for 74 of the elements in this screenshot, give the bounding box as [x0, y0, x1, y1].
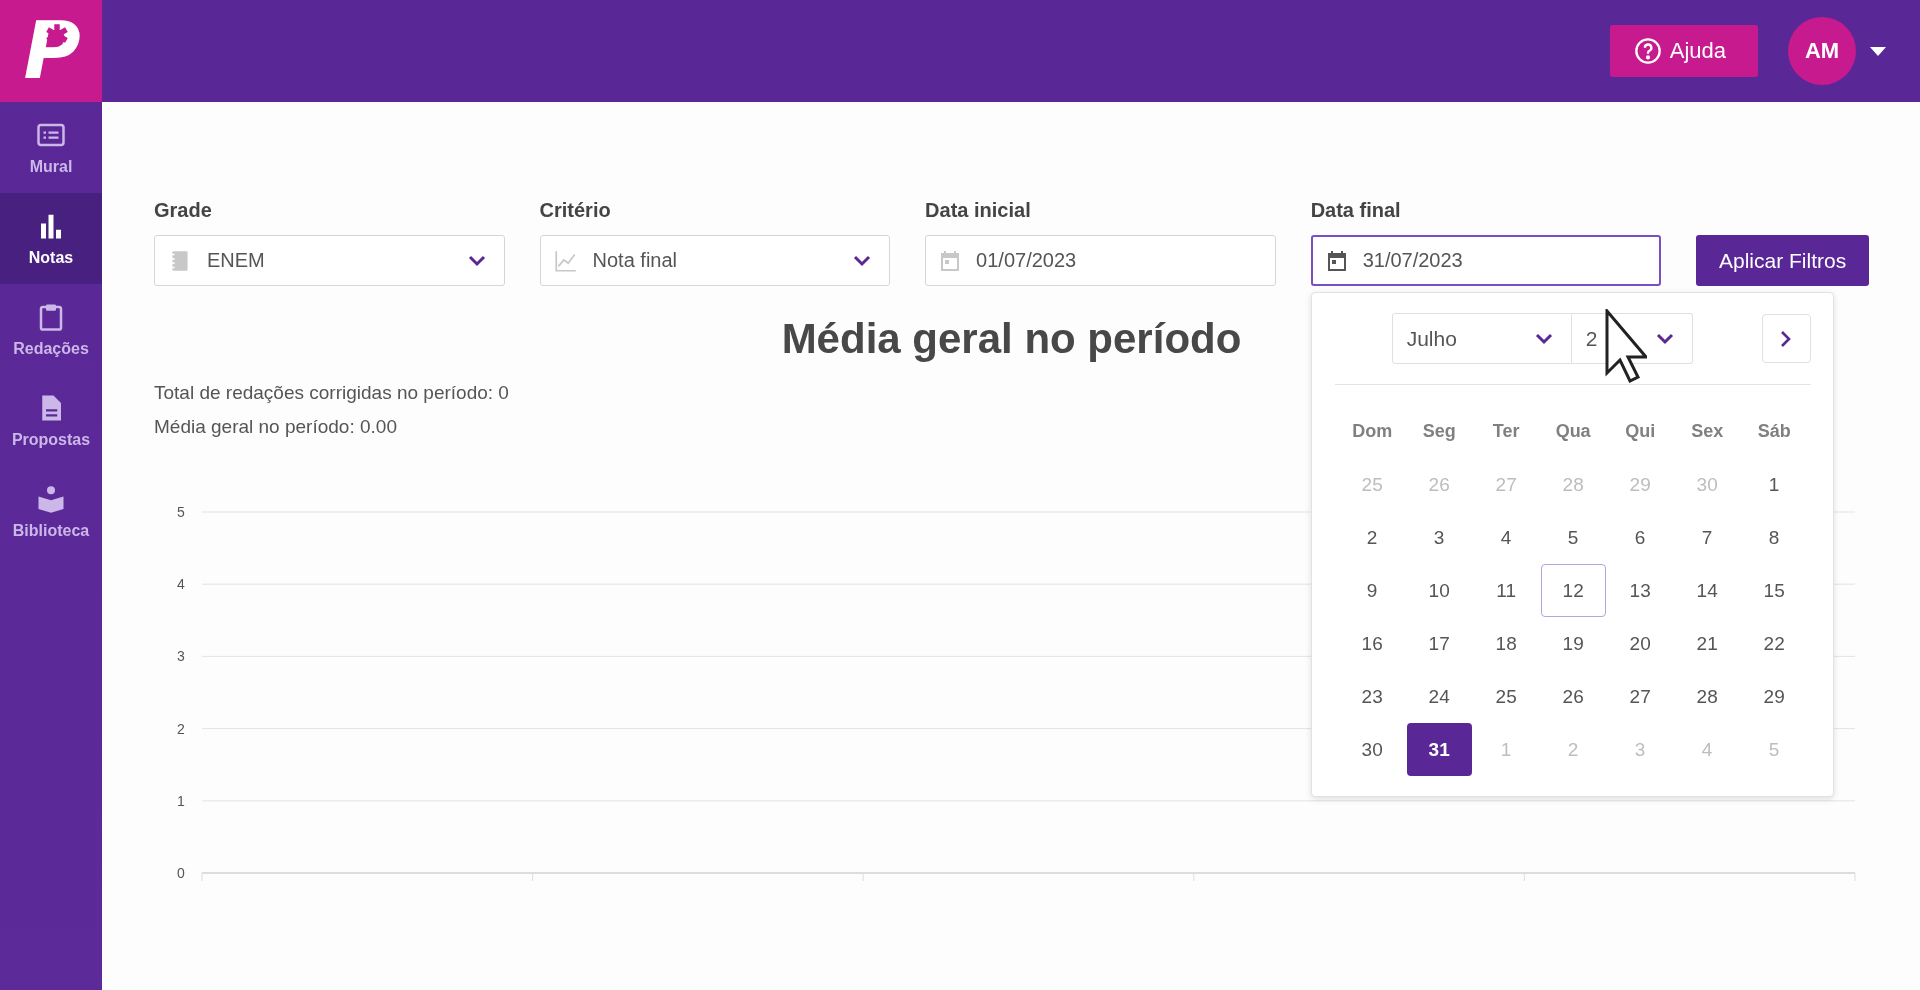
weekday-label: Qui	[1624, 420, 1657, 443]
field-label: Data inicial	[925, 199, 1032, 222]
page-title: Média geral no período	[781, 314, 1242, 364]
select-field[interactable]: Nota final	[539, 235, 891, 286]
weekday-label: Seg	[1421, 420, 1457, 443]
calendar-day[interactable]: 13	[1607, 564, 1673, 617]
calendar-day[interactable]: 22	[1741, 617, 1807, 670]
month-select[interactable]: Julho	[1391, 313, 1572, 364]
chevron-down-icon	[1655, 332, 1674, 345]
help-icon	[1633, 37, 1662, 65]
select-field[interactable]: ENEM	[154, 235, 505, 286]
summary-text: Total de redações corrigidas no período: 0	[154, 381, 509, 405]
calendar-day[interactable]: 27	[1607, 670, 1673, 723]
calendar-day[interactable]: 11	[1473, 564, 1539, 617]
date-field[interactable]: 31/07/2023	[1310, 235, 1662, 286]
calendar-day[interactable]: 17	[1406, 617, 1472, 670]
field-label: Critério	[539, 199, 612, 222]
calendar-day[interactable]: 15	[1741, 564, 1807, 617]
y-tick-label: 4	[177, 576, 185, 593]
calendar-day[interactable]: 29	[1741, 670, 1807, 723]
calendar-day[interactable]: 9	[1339, 564, 1405, 617]
chevron-down-icon	[467, 254, 486, 267]
y-tick-label: 2	[177, 720, 185, 737]
weekday-label: Qua	[1554, 420, 1592, 443]
calendar-day[interactable]: 24	[1406, 670, 1472, 723]
calendar-day[interactable]: 3	[1406, 511, 1472, 564]
user-avatar[interactable]: AM	[1788, 17, 1856, 85]
chevron-down-icon	[853, 254, 872, 267]
calendar-day[interactable]: 31	[1406, 723, 1472, 776]
calendar-day[interactable]: 20	[1607, 617, 1673, 670]
calendar-day[interactable]: 21	[1674, 617, 1740, 670]
date-field[interactable]: 01/07/2023	[925, 235, 1276, 286]
calendar-day[interactable]: 18	[1473, 617, 1539, 670]
y-tick-label: 3	[177, 648, 185, 665]
weekday-label: Sex	[1690, 420, 1725, 443]
calendar-day[interactable]: 28	[1674, 670, 1740, 723]
field-label: Grade	[154, 199, 213, 222]
calendar-day[interactable]: 6	[1607, 511, 1673, 564]
mouse-pointer-icon	[1604, 309, 1647, 383]
weekday-label: Sáb	[1756, 420, 1792, 443]
logo[interactable]: P	[0, 0, 102, 102]
y-tick-label: 5	[177, 504, 185, 520]
calendar-day[interactable]: 5	[1540, 511, 1606, 564]
calendar-day[interactable]: 26	[1540, 670, 1606, 723]
sidebar-item[interactable]: Notas	[0, 193, 102, 284]
sidebar-item[interactable]: Mural	[0, 102, 102, 193]
calendar-day[interactable]: 2	[1339, 511, 1405, 564]
field-label: Data final	[1310, 199, 1402, 222]
help-button[interactable]: Ajuda	[1609, 25, 1758, 77]
caret-icon[interactable]	[1870, 46, 1886, 56]
reader-icon	[36, 483, 66, 514]
calendar-day[interactable]: 4	[1473, 511, 1539, 564]
calendar-day[interactable]: 7	[1674, 511, 1740, 564]
calendar-day[interactable]: 19	[1540, 617, 1606, 670]
calendar-day[interactable]: 8	[1741, 511, 1807, 564]
sidebar-item[interactable]: Propostas	[0, 375, 102, 466]
y-tick-label: 1	[177, 792, 185, 809]
apply-filters-button[interactable]: Aplicar Filtros	[1696, 235, 1869, 286]
calendar-day[interactable]: 14	[1674, 564, 1740, 617]
y-tick-label: 0	[177, 865, 185, 881]
weekday-label: Dom	[1351, 420, 1394, 443]
calendar-day[interactable]: 12	[1540, 564, 1606, 617]
sidebar-item[interactable]: Redações	[0, 284, 102, 375]
calendar-day[interactable]: 25	[1473, 670, 1539, 723]
calendar-day[interactable]: 23	[1339, 670, 1405, 723]
chevron-right-icon	[1780, 329, 1793, 348]
chevron-down-icon	[1534, 332, 1553, 345]
sidebar-item[interactable]: Biblioteca	[0, 466, 102, 557]
weekday-label: Ter	[1491, 420, 1521, 443]
calendar-day[interactable]: 1	[1741, 458, 1807, 511]
calendar-day[interactable]: 10	[1406, 564, 1472, 617]
calendar-day[interactable]: 16	[1339, 617, 1405, 670]
summary-text: Média geral no período: 0.00	[154, 415, 397, 439]
calendar-day[interactable]: 30	[1339, 723, 1405, 776]
